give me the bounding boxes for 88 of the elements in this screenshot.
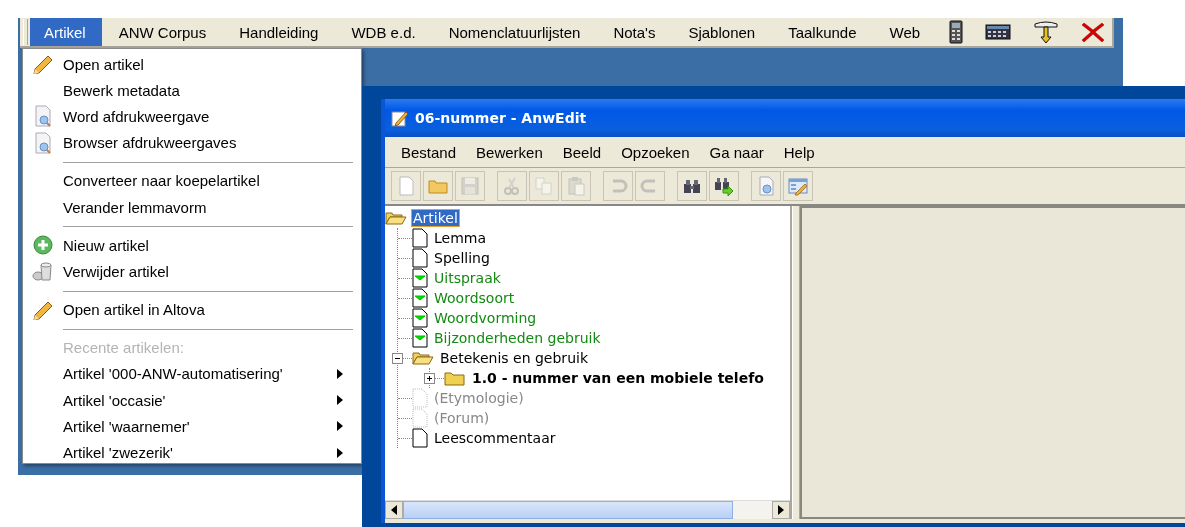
pencil-icon [32, 54, 54, 75]
left-arrow-icon [390, 505, 398, 515]
close-icon[interactable] [1081, 21, 1106, 43]
menu-item[interactable]: Open artikel in Altova [23, 296, 361, 323]
scrollbar-thumb[interactable] [403, 501, 733, 519]
document-outline-icon [412, 408, 428, 428]
submenu-arrow-icon [337, 447, 343, 458]
tree-item[interactable]: Woordvorming [433, 310, 538, 326]
menu-item[interactable]: Bewerken [466, 143, 553, 161]
document-check-icon [412, 288, 428, 308]
menu-item[interactable]: Browser afdrukweergaves [23, 129, 361, 156]
menu-item[interactable]: Word afdrukweergave [23, 103, 361, 130]
menu-item[interactable]: Bewerk metadata [23, 77, 361, 104]
menu-item[interactable]: Artikel 'zwezerik' [23, 439, 361, 466]
document-preview-icon [33, 105, 53, 128]
document-check-icon [412, 308, 428, 328]
menu-item[interactable]: Artikel '000-ANW-automatisering' [23, 360, 361, 388]
scroll-left-button[interactable] [385, 501, 403, 519]
menu-item[interactable]: Verander lemmavorm [23, 193, 361, 221]
paste-icon [566, 176, 586, 196]
keyboard-icon[interactable] [985, 24, 1012, 40]
expand-icon[interactable] [424, 372, 435, 384]
scroll-right-button[interactable] [772, 501, 790, 519]
document-icon [412, 228, 428, 248]
toolbar-grip[interactable] [23, 19, 28, 45]
tree-item[interactable]: Lemma [433, 230, 488, 246]
add-icon [33, 235, 53, 256]
menu-item[interactable]: Beeld [552, 143, 612, 161]
scissors-icon [502, 176, 522, 196]
menu-item[interactable]: Ga naar [699, 143, 774, 161]
pencil-icon [391, 109, 409, 127]
window-title: 06-nummer - AnwEdit [415, 110, 587, 126]
menu-item[interactable]: Web [875, 18, 937, 46]
horizontal-scrollbar[interactable] [385, 500, 790, 519]
menu-item[interactable]: Help [773, 143, 825, 161]
menu-item[interactable]: ANW Corpus [104, 18, 223, 46]
submenu-arrow-icon [337, 395, 343, 406]
t-arrow-icon[interactable] [1033, 20, 1060, 44]
menu-item[interactable]: Artikel [30, 18, 102, 46]
mobile-phone-icon[interactable] [949, 20, 964, 44]
menu-item[interactable]: Artikel 'occasie' [23, 387, 361, 414]
document-preview-icon [756, 176, 776, 196]
tree-item[interactable]: (Forum) [433, 410, 491, 426]
menu-item[interactable]: WDB e.d. [337, 18, 432, 46]
trash-bin-icon [32, 261, 54, 282]
folder-icon [444, 370, 466, 386]
tree-item[interactable]: Bijzonderheden gebruik [433, 330, 602, 346]
menu-item[interactable]: Artikel 'waarnemer' [23, 413, 361, 440]
open-folder-icon [412, 351, 434, 365]
submenu-arrow-icon [337, 368, 343, 379]
document-check-icon [412, 328, 428, 348]
collapse-icon[interactable] [392, 352, 403, 364]
tree-item[interactable]: (Etymologie) [433, 390, 525, 406]
menu-item[interactable]: Handleiding [225, 18, 335, 46]
menu-item[interactable]: Nomenclatuurlijsten [434, 18, 597, 46]
document-icon [412, 428, 428, 448]
menu-section-heading: Recente artikelen: [62, 338, 185, 359]
menu-item[interactable]: Nieuw artikel [23, 232, 361, 259]
menu-item[interactable]: Bestand [391, 143, 467, 161]
binoculars-arrow-icon [714, 176, 734, 196]
open-folder-icon [385, 211, 407, 225]
form-edit-icon [788, 176, 808, 196]
tree-item[interactable]: Betekenis en gebruik [439, 350, 589, 366]
menu-item[interactable]: Converteer naar koepelartikel [23, 167, 361, 194]
document-icon [412, 248, 428, 268]
menu-item[interactable]: Opzoeken [611, 143, 700, 161]
menu-item[interactable]: Taalkunde [774, 18, 873, 46]
menu-item[interactable]: Verwijder artikel [23, 258, 361, 285]
toolbar-button[interactable] [677, 171, 707, 201]
right-arrow-icon [777, 505, 785, 515]
tree-item[interactable]: Woordsoort [433, 290, 516, 306]
tree-item[interactable]: Uitspraak [433, 270, 502, 286]
new-document-icon [396, 176, 416, 196]
tree-item[interactable]: Artikel [412, 210, 459, 226]
menu-item[interactable]: Nota's [599, 18, 672, 46]
menu-item[interactable]: Sjablonen [674, 18, 772, 46]
menu-item[interactable]: Open artikel [23, 51, 361, 78]
save-icon [460, 176, 480, 196]
tree-item[interactable]: 1.0 - nummer van een mobiele telefo [471, 370, 765, 386]
document-outline-icon [412, 388, 428, 408]
submenu-arrow-icon [337, 421, 343, 432]
copy-icon [534, 176, 554, 196]
tree-item[interactable]: Spelling [433, 250, 491, 266]
pencil-icon [32, 299, 54, 320]
document-check-icon [412, 268, 428, 288]
tree-item[interactable]: Leescommentaar [433, 430, 557, 446]
toolbar-button[interactable] [709, 171, 739, 201]
document-preview-icon [33, 131, 53, 154]
